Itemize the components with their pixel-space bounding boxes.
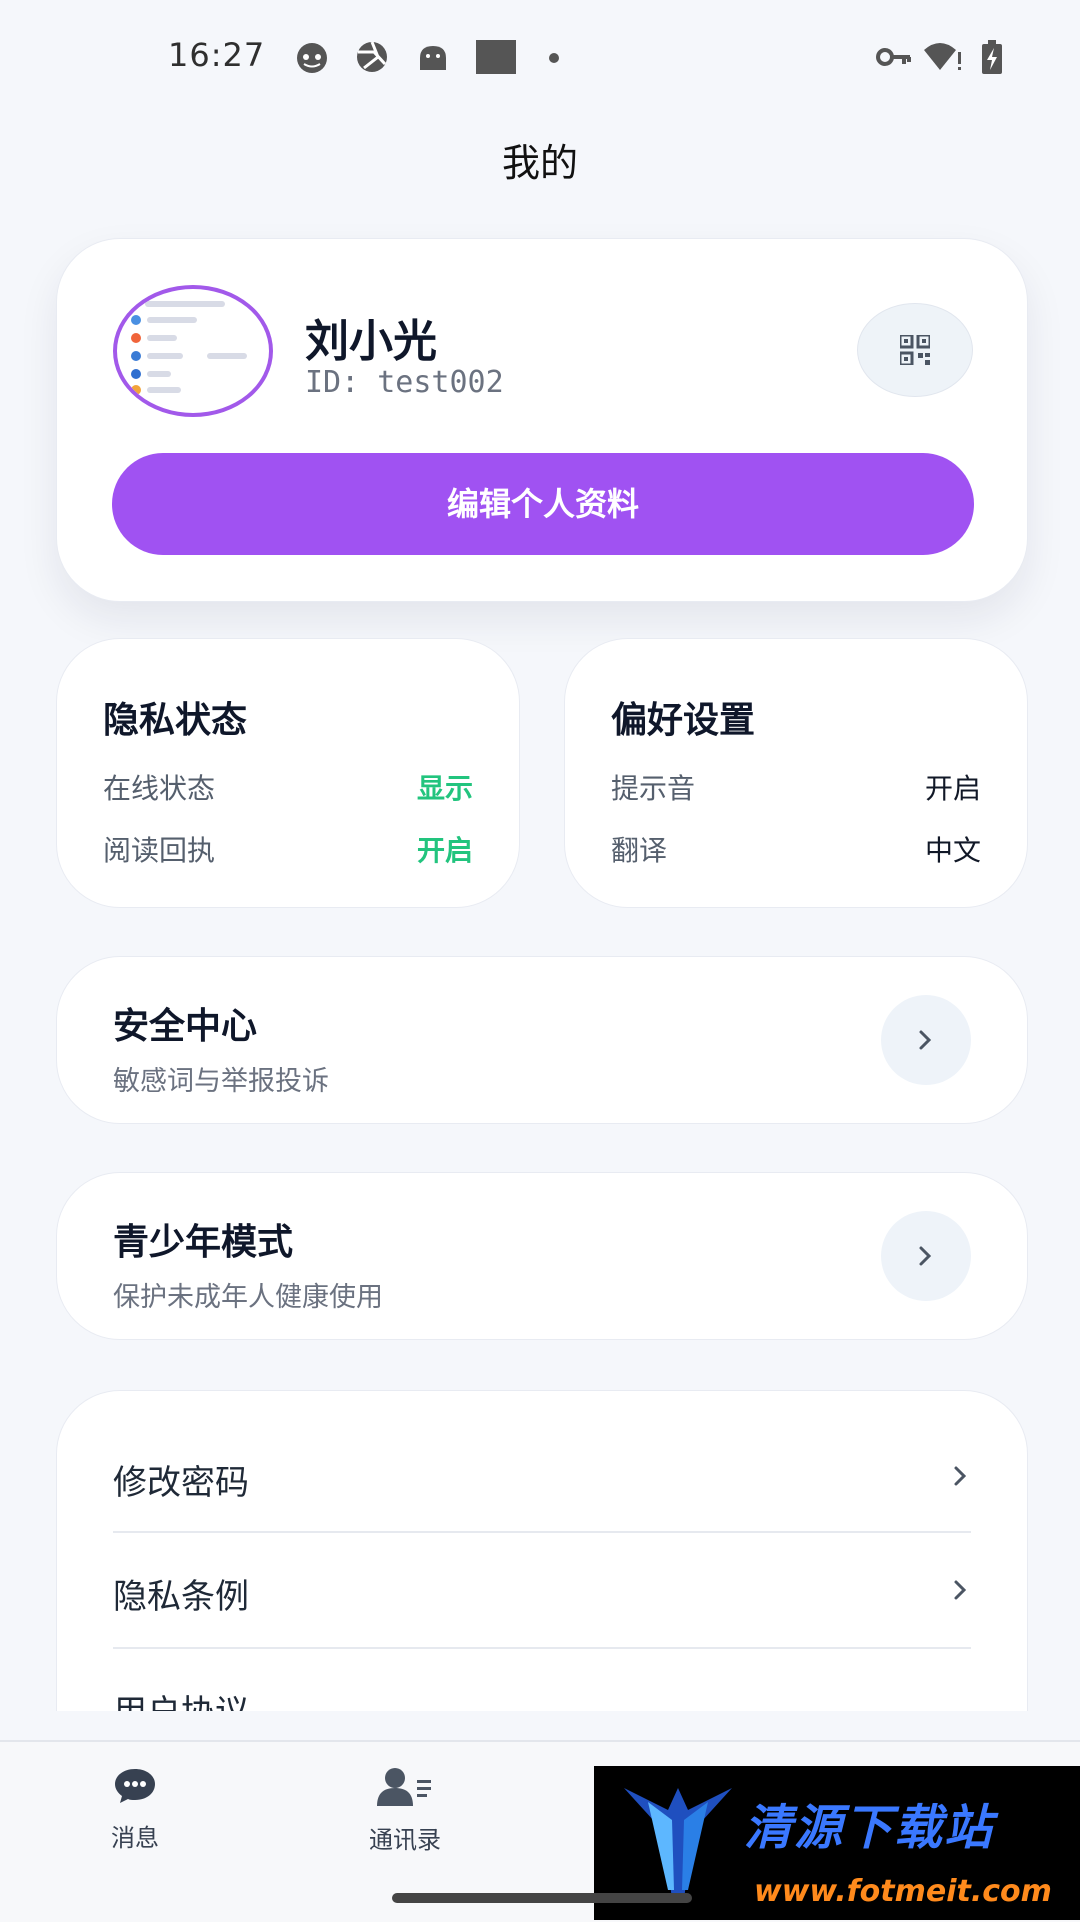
chevron-right-icon xyxy=(919,1246,932,1266)
status-time: 16:27 xyxy=(168,36,266,74)
android-notification-icon xyxy=(420,46,446,70)
privacy-card-title: 隐私状态 xyxy=(103,700,248,741)
battery-charging-icon xyxy=(982,40,1002,74)
list-item-label: 隐私条例 xyxy=(113,1577,249,1617)
profile-name: 刘小光 xyxy=(305,316,437,367)
preferences-card-title: 偏好设置 xyxy=(611,700,756,741)
list-item-user-agreement[interactable]: 用户协议 xyxy=(113,1651,971,1711)
edit-profile-button[interactable]: 编辑个人资料 xyxy=(112,453,974,555)
vpn-key-icon xyxy=(876,48,911,66)
youth-mode-subtitle: 保护未成年人健康使用 xyxy=(113,1282,383,1313)
online-status-label: 在线状态 xyxy=(103,772,216,805)
tab-label: 通讯录 xyxy=(369,1826,441,1854)
watermark-url: www.fotmeit.com xyxy=(754,1874,1052,1909)
preferences-card[interactable]: 偏好设置 提示音 开启 翻译 中文 xyxy=(564,638,1028,908)
translation-row[interactable]: 翻译 中文 xyxy=(611,829,981,869)
chevron-right-icon xyxy=(954,1580,967,1600)
security-center-subtitle: 敏感词与举报投诉 xyxy=(113,1066,329,1097)
chevron-right-icon xyxy=(954,1466,967,1486)
chat-bubble-icon xyxy=(115,1769,155,1803)
profile-id: ID: test002 xyxy=(305,365,504,400)
read-receipt-row[interactable]: 阅读回执 开启 xyxy=(103,829,473,869)
list-item-label: 修改密码 xyxy=(113,1463,249,1503)
translation-value: 中文 xyxy=(924,834,981,867)
wifi-icon xyxy=(924,43,961,70)
divider xyxy=(113,1647,971,1649)
more-notifications-dot-icon xyxy=(549,53,559,63)
tab-messages[interactable]: 消息 xyxy=(35,1766,235,1853)
status-bar: 16:27 xyxy=(0,0,1080,110)
list-item-change-password[interactable]: 修改密码 xyxy=(113,1421,971,1535)
chevron-right-icon xyxy=(919,1030,932,1050)
square-notification-icon xyxy=(476,40,516,74)
online-status-value: 显示 xyxy=(416,772,473,805)
qr-code-button[interactable] xyxy=(857,303,973,397)
list-item-privacy-policy[interactable]: 隐私条例 xyxy=(113,1535,971,1649)
qr-code-icon xyxy=(900,335,930,365)
tab-contacts[interactable]: 通讯录 xyxy=(305,1766,505,1855)
watermark-title: 清源下载站 xyxy=(744,1800,995,1856)
online-status-row[interactable]: 在线状态 显示 xyxy=(103,767,473,807)
divider xyxy=(113,1531,971,1533)
page-title: 我的 xyxy=(501,141,578,185)
notification-sound-label: 提示音 xyxy=(611,772,696,805)
face-notification-icon xyxy=(297,43,327,73)
translation-label: 翻译 xyxy=(611,834,668,867)
home-indicator[interactable] xyxy=(392,1893,692,1903)
settings-list: 修改密码 隐私条例 用户协议 xyxy=(56,1390,1028,1711)
avatar[interactable] xyxy=(113,285,273,417)
contacts-icon xyxy=(377,1768,431,1806)
youth-mode-card[interactable]: 青少年模式 保护未成年人健康使用 xyxy=(56,1172,1028,1340)
watermark-logo-icon xyxy=(624,1788,732,1900)
read-receipt-value: 开启 xyxy=(416,834,473,867)
list-item-label: 用户协议 xyxy=(113,1685,249,1711)
privacy-status-card[interactable]: 隐私状态 在线状态 显示 阅读回执 开启 xyxy=(56,638,520,908)
notification-sound-value: 开启 xyxy=(924,772,981,805)
read-receipt-label: 阅读回执 xyxy=(103,834,216,867)
tab-label: 消息 xyxy=(111,1824,159,1852)
security-center-title: 安全中心 xyxy=(113,1006,258,1047)
profile-card: 刘小光 ID: test002 编辑个人资料 xyxy=(56,238,1028,602)
security-center-card[interactable]: 安全中心 敏感词与举报投诉 xyxy=(56,956,1028,1124)
notification-sound-row[interactable]: 提示音 开启 xyxy=(611,767,981,807)
youth-mode-arrow-button[interactable] xyxy=(881,1211,971,1301)
aperture-notification-icon xyxy=(357,41,387,72)
security-center-arrow-button[interactable] xyxy=(881,995,971,1085)
youth-mode-title: 青少年模式 xyxy=(113,1222,294,1263)
